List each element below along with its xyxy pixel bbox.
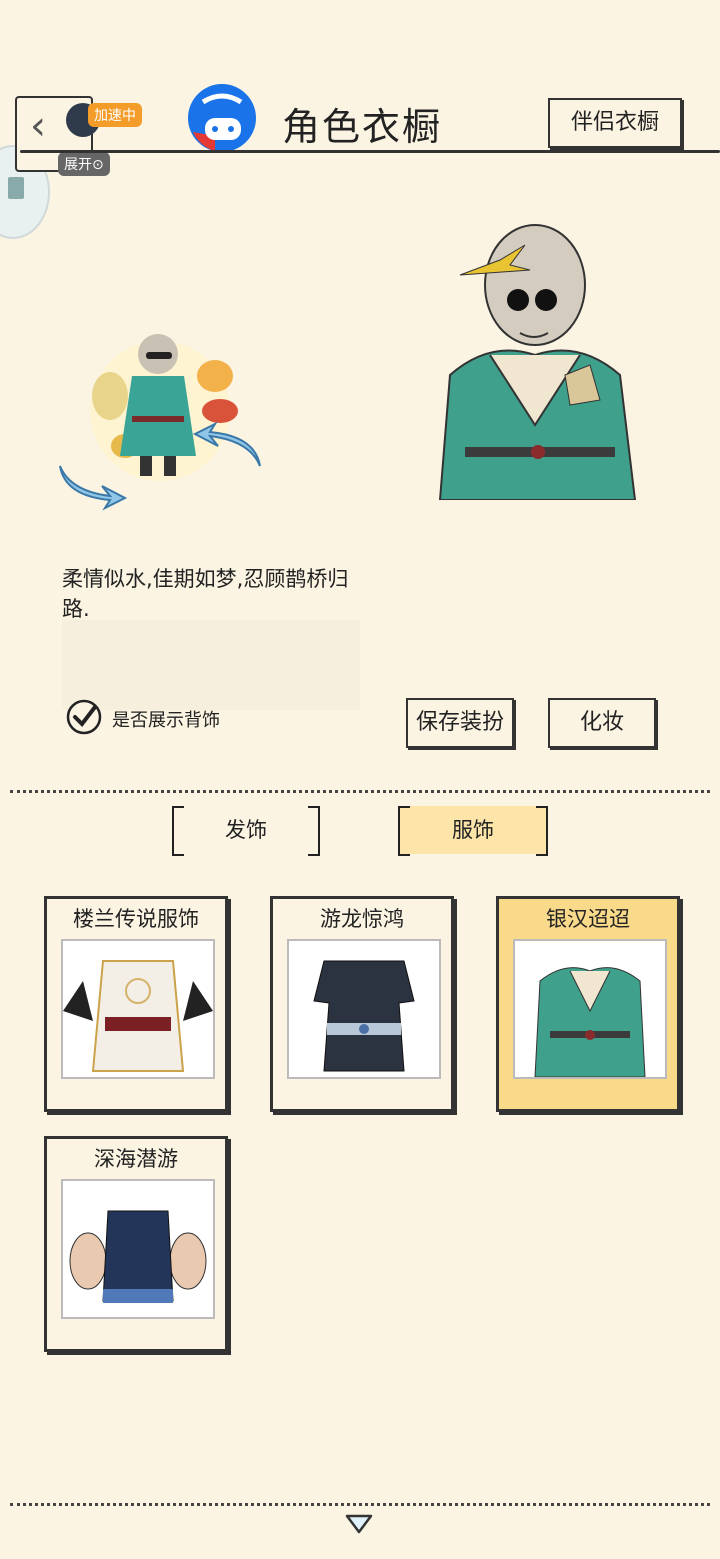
bracket-right bbox=[536, 806, 548, 856]
bracket-right bbox=[308, 806, 320, 856]
outfit-description: 柔情似水,佳期如梦,忍顾鹊桥归路. bbox=[62, 567, 349, 621]
outfit-name: 楼兰传说服饰 bbox=[73, 907, 199, 931]
outfit-image bbox=[287, 939, 441, 1079]
header-divider bbox=[20, 150, 720, 153]
save-outfit-button[interactable]: 保存装扮 bbox=[406, 698, 514, 748]
boost-badge[interactable]: 加速中 bbox=[88, 103, 142, 127]
tab-hair-accessory[interactable]: 发饰 bbox=[172, 806, 320, 856]
outfit-name: 深海潜游 bbox=[94, 1147, 178, 1171]
outfit-image bbox=[61, 1179, 215, 1319]
outfit-image bbox=[513, 939, 667, 1079]
outfit-card[interactable]: 游龙惊鸿 bbox=[270, 896, 454, 1112]
outfit-card[interactable]: 楼兰传说服饰 bbox=[44, 896, 228, 1112]
tab-label: 发饰 bbox=[225, 818, 267, 842]
partner-wardrobe-button[interactable]: 伴侣衣橱 bbox=[548, 98, 682, 148]
bracket-left bbox=[172, 806, 184, 856]
outfit-card-selected[interactable]: 银汉迢迢 bbox=[496, 896, 680, 1112]
character-rotate-preview[interactable] bbox=[50, 316, 270, 516]
app-logo bbox=[185, 82, 259, 152]
expand-button[interactable]: 展开⊙ bbox=[58, 152, 110, 176]
description-area bbox=[62, 620, 360, 710]
scroll-down-icon[interactable] bbox=[344, 1513, 374, 1535]
show-back-accessory-checkbox[interactable] bbox=[66, 699, 102, 735]
bottom-divider bbox=[10, 1503, 710, 1506]
character-portrait bbox=[430, 215, 645, 501]
show-back-accessory-label: 是否展示背饰 bbox=[112, 710, 220, 731]
bracket-left bbox=[398, 806, 410, 856]
outfit-card[interactable]: 深海潜游 bbox=[44, 1136, 228, 1352]
section-divider bbox=[10, 790, 710, 793]
back-arrow-icon: ‹ bbox=[30, 103, 46, 149]
makeup-button[interactable]: 化妆 bbox=[548, 698, 656, 748]
page-title: 角色衣橱 bbox=[282, 105, 443, 149]
outfit-image bbox=[61, 939, 215, 1079]
outfit-name: 银汉迢迢 bbox=[546, 907, 630, 931]
checkmark-icon bbox=[66, 699, 102, 735]
app-icon bbox=[8, 177, 24, 199]
tab-clothing[interactable]: 服饰 bbox=[398, 806, 548, 856]
outfit-name: 游龙惊鸿 bbox=[320, 907, 404, 931]
tab-label: 服饰 bbox=[452, 818, 494, 842]
